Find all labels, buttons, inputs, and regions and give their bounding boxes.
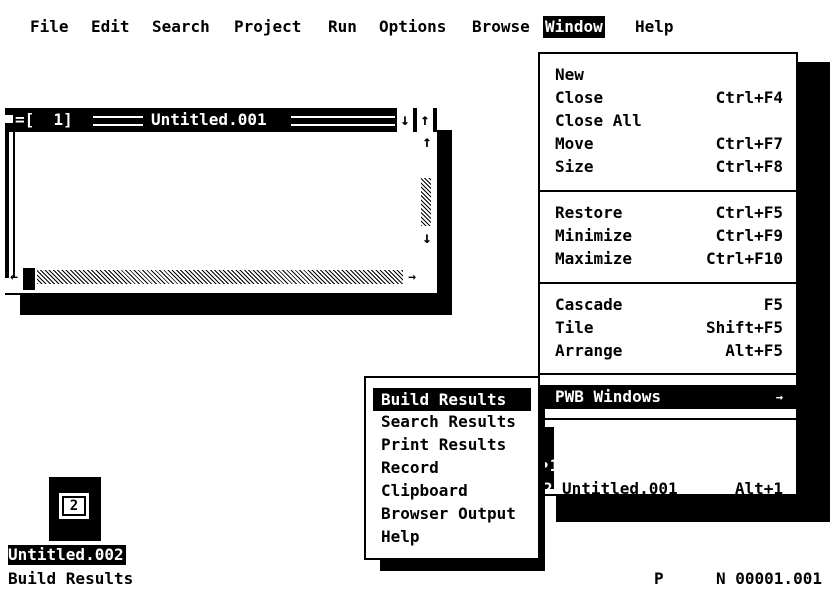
editor-text-area[interactable] bbox=[15, 132, 419, 264]
window-menu: New Close Ctrl+F4 Close All Move Ctrl+F7 S… bbox=[538, 52, 798, 521]
menu-window[interactable]: Window bbox=[543, 16, 605, 38]
menu-item-move[interactable]: Move Ctrl+F7 bbox=[540, 132, 796, 155]
pwb-windows-submenu: Build Results Search Results Print Resul… bbox=[364, 376, 540, 560]
window-icon-number: 2 bbox=[62, 496, 86, 516]
minimized-window-caption[interactable]: Untitled.002 bbox=[8, 545, 126, 565]
scroll-down-icon[interactable]: ↓ bbox=[419, 228, 435, 248]
window-number: =[ 1] bbox=[15, 110, 73, 129]
menu-run[interactable]: Run bbox=[326, 16, 359, 38]
menu-help[interactable]: Help bbox=[633, 16, 676, 38]
minimize-arrow-icon[interactable]: ↓ bbox=[397, 108, 413, 132]
submenu-item-search-results[interactable]: Search Results bbox=[373, 410, 531, 433]
horizontal-scrollbar[interactable]: ← → bbox=[5, 266, 437, 295]
menu-item-arrange[interactable]: Arrange Alt+F5 bbox=[540, 339, 796, 362]
editor-window: =[ 1] Untitled.001 ↓ ↑ ↑ ↓ ← → bbox=[5, 108, 437, 295]
title-rule-right bbox=[291, 116, 395, 126]
menu-item-new[interactable]: New bbox=[540, 63, 796, 86]
scroll-up-icon[interactable]: ↑ bbox=[419, 132, 435, 152]
close-box-icon[interactable] bbox=[5, 115, 13, 123]
submenu-item-browser-output[interactable]: Browser Output bbox=[373, 502, 531, 525]
menu-item-maximize[interactable]: Maximize Ctrl+F10 bbox=[540, 247, 796, 270]
horizontal-scroll-track[interactable] bbox=[37, 270, 403, 284]
menu-item-untitled-002[interactable]: 2 Untitled.002 Alt+2 bbox=[540, 454, 796, 521]
menu-item-untitled-001[interactable]: •1 Untitled.001 Alt+1 bbox=[540, 431, 796, 498]
status-position: N 00001.001 bbox=[716, 569, 822, 588]
submenu-item-clipboard[interactable]: Clipboard bbox=[373, 479, 531, 502]
menu-file[interactable]: File bbox=[28, 16, 71, 38]
submenu-arrow-icon: → bbox=[775, 390, 783, 404]
menu-options[interactable]: Options bbox=[377, 16, 448, 38]
vertical-scroll-thumb[interactable] bbox=[421, 178, 431, 226]
menu-edit[interactable]: Edit bbox=[89, 16, 132, 38]
menu-item-cascade[interactable]: Cascade F5 bbox=[540, 293, 796, 316]
title-rule-left bbox=[93, 116, 143, 126]
status-message: Build Results bbox=[8, 569, 134, 588]
window-icon-frame: 2 bbox=[59, 493, 89, 519]
menu-item-pwb-windows[interactable]: PWB Windows → bbox=[540, 385, 796, 409]
menu-browse[interactable]: Browse bbox=[470, 16, 532, 38]
menu-item-close-all[interactable]: Close All bbox=[540, 109, 796, 132]
left-border bbox=[5, 132, 9, 278]
menu-item-minimize[interactable]: Minimize Ctrl+F9 bbox=[540, 224, 796, 247]
submenu-item-build-results[interactable]: Build Results bbox=[373, 388, 531, 411]
maximize-arrow-icon[interactable]: ↑ bbox=[417, 108, 433, 132]
editor-title-bar[interactable]: =[ 1] Untitled.001 ↓ ↑ bbox=[5, 108, 437, 132]
menu-separator bbox=[540, 373, 796, 375]
menu-bar: File Edit Search Project Run Options Bro… bbox=[0, 0, 830, 46]
scroll-left-icon[interactable]: ← bbox=[5, 268, 23, 288]
submenu-item-record[interactable]: Record bbox=[373, 456, 531, 479]
menu-separator bbox=[540, 190, 796, 192]
menu-item-close[interactable]: Close Ctrl+F4 bbox=[540, 86, 796, 109]
menu-separator bbox=[540, 282, 796, 284]
menu-separator bbox=[540, 418, 796, 420]
menu-project[interactable]: Project bbox=[232, 16, 303, 38]
horizontal-scroll-thumb[interactable] bbox=[23, 268, 35, 290]
status-mode: P bbox=[654, 569, 664, 588]
window-title: Untitled.001 bbox=[151, 110, 267, 129]
minimized-window-icon[interactable]: 2 bbox=[49, 477, 101, 541]
menu-search[interactable]: Search bbox=[150, 16, 212, 38]
menu-item-size[interactable]: Size Ctrl+F8 bbox=[540, 155, 796, 178]
menu-item-restore[interactable]: Restore Ctrl+F5 bbox=[540, 201, 796, 224]
scroll-right-icon[interactable]: → bbox=[403, 268, 421, 288]
submenu-item-print-results[interactable]: Print Results bbox=[373, 433, 531, 456]
menu-item-tile[interactable]: Tile Shift+F5 bbox=[540, 316, 796, 339]
submenu-item-help[interactable]: Help bbox=[373, 525, 531, 548]
vertical-scrollbar[interactable]: ↑ ↓ bbox=[419, 132, 435, 266]
